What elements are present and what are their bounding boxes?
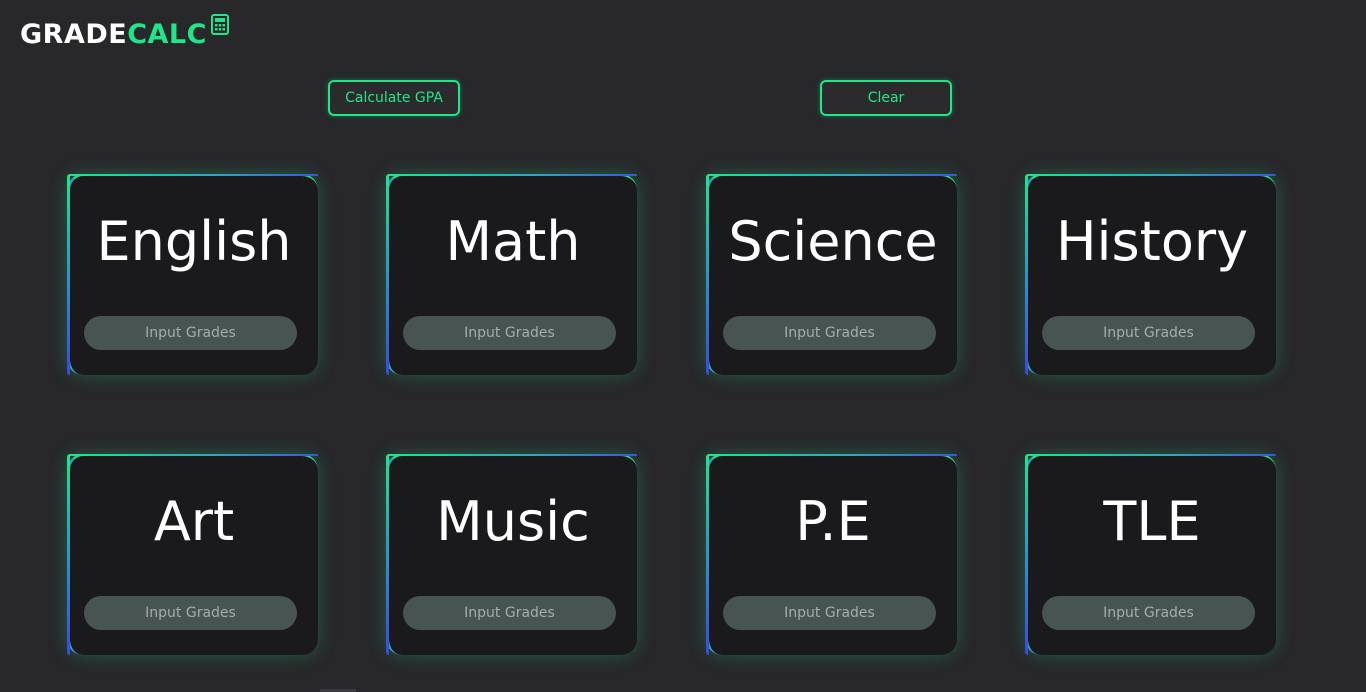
input-grades-button[interactable]: Input Grades [1042, 596, 1255, 630]
input-grades-button[interactable]: Input Grades [723, 596, 936, 630]
subject-card-music: Music Input Grades [386, 454, 637, 655]
subject-card-math: Math Input Grades [386, 174, 637, 375]
calculator-icon [210, 14, 229, 35]
subject-title: Science [728, 210, 938, 273]
subject-title: Music [436, 490, 590, 553]
subject-card-english: English Input Grades [67, 174, 318, 375]
app-logo: GRADE CALC [20, 14, 229, 54]
subject-card-history: History Input Grades [1025, 174, 1276, 375]
input-grades-button[interactable]: Input Grades [1042, 316, 1255, 350]
input-grades-button[interactable]: Input Grades [403, 316, 616, 350]
subject-title: P.E [795, 490, 871, 553]
subject-title: Math [445, 210, 581, 273]
subject-title: History [1055, 210, 1249, 273]
input-grades-button[interactable]: Input Grades [403, 596, 616, 630]
input-grades-button[interactable]: Input Grades [84, 596, 297, 630]
logo-calc-text: CALC [127, 19, 207, 50]
subject-card-pe: P.E Input Grades [706, 454, 957, 655]
calculate-gpa-button[interactable]: Calculate GPA [328, 80, 460, 116]
subject-title: Art [153, 490, 235, 553]
logo-grade-text: GRADE [20, 19, 128, 50]
input-grades-button[interactable]: Input Grades [84, 316, 297, 350]
subject-title: TLE [1103, 490, 1201, 553]
subject-card-tle: TLE Input Grades [1025, 454, 1276, 655]
subject-title: English [96, 210, 292, 273]
clear-button[interactable]: Clear [820, 80, 952, 116]
subject-card-art: Art Input Grades [67, 454, 318, 655]
subject-card-science: Science Input Grades [706, 174, 957, 375]
input-grades-button[interactable]: Input Grades [723, 316, 936, 350]
